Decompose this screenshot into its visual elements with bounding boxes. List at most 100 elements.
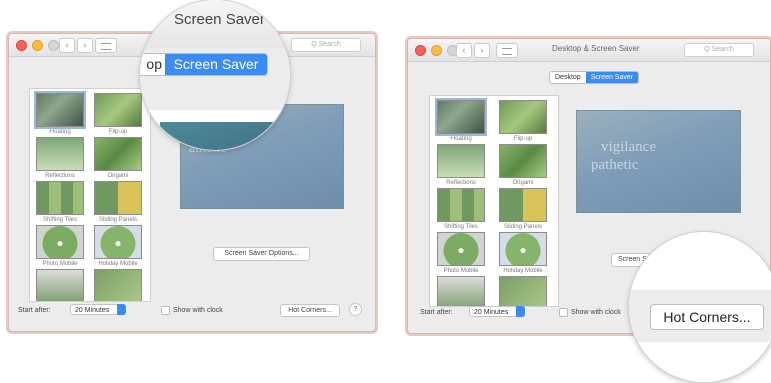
list-item[interactable]: Reflections bbox=[431, 144, 491, 186]
item-label: Reflections bbox=[45, 173, 75, 179]
back-icon[interactable]: ‹ bbox=[59, 38, 75, 53]
list-item[interactable] bbox=[30, 269, 90, 301]
forward-icon[interactable]: › bbox=[474, 43, 490, 58]
list-item[interactable]: Shifting Tiles bbox=[431, 188, 491, 230]
screensaver-preview: vigilance pathetic bbox=[576, 110, 741, 213]
list-item[interactable]: Flip-up bbox=[88, 93, 148, 135]
screensaver-thumbnail bbox=[36, 269, 84, 301]
reflections-thumbnail bbox=[36, 137, 84, 171]
hot-corners-button[interactable]: Hot Corners... bbox=[280, 304, 340, 317]
sliding-panels-thumbnail bbox=[94, 181, 142, 215]
list-item[interactable]: Origami bbox=[493, 144, 553, 186]
window-controls bbox=[415, 45, 458, 56]
start-after-label: Start after: bbox=[18, 307, 51, 314]
zoom-icon[interactable] bbox=[48, 40, 59, 51]
window-controls bbox=[16, 40, 59, 51]
forward-icon[interactable]: › bbox=[77, 38, 93, 53]
list-item[interactable]: Photo Mobile bbox=[431, 232, 491, 274]
screensaver-list[interactable]: Floating Flip-up Reflections Origami Shi… bbox=[29, 88, 151, 302]
list-item[interactable]: Sliding Panels bbox=[493, 188, 553, 230]
photo-mobile-thumbnail bbox=[437, 232, 485, 266]
show-clock-checkbox[interactable] bbox=[559, 308, 568, 317]
minimize-icon[interactable] bbox=[431, 45, 442, 56]
list-item[interactable] bbox=[431, 276, 491, 306]
nav-buttons: ‹ › bbox=[456, 43, 490, 58]
tab-control: Desktop Screen Saver bbox=[549, 71, 640, 84]
item-label: Floating bbox=[49, 129, 71, 135]
left-magnifier: Screen Saver op Screen Saver bbox=[140, 0, 290, 150]
item-label: Origami bbox=[512, 180, 534, 186]
tab-desktop[interactable]: op bbox=[140, 54, 165, 75]
floating-thumbnail bbox=[34, 91, 86, 129]
magnified-tab-control: op Screen Saver bbox=[140, 53, 268, 76]
origami-thumbnail bbox=[94, 137, 142, 171]
list-item[interactable]: Origami bbox=[88, 137, 148, 179]
minimize-icon[interactable] bbox=[32, 40, 43, 51]
item-label: Holiday Mobile bbox=[98, 261, 138, 267]
shifting-tiles-thumbnail bbox=[437, 188, 485, 222]
show-all-grid-icon[interactable] bbox=[496, 43, 518, 58]
list-item[interactable] bbox=[493, 276, 553, 306]
search-input[interactable]: Q Search bbox=[291, 38, 361, 52]
show-all-grid-icon[interactable] bbox=[95, 38, 117, 53]
item-label: Floating bbox=[450, 136, 472, 142]
holiday-mobile-thumbnail bbox=[94, 225, 142, 259]
tab-screen-saver[interactable]: Screen Saver bbox=[585, 72, 639, 83]
show-clock-label: Show with clock bbox=[173, 307, 223, 314]
origami-thumbnail bbox=[499, 144, 547, 178]
list-item[interactable]: Holiday Mobile bbox=[88, 225, 148, 267]
chevron-updown-icon bbox=[117, 304, 126, 315]
reflections-thumbnail bbox=[437, 144, 485, 178]
item-label: Flip-up bbox=[108, 129, 128, 135]
item-label: Photo Mobile bbox=[42, 261, 78, 267]
tab-screen-saver[interactable]: Screen Saver bbox=[165, 54, 267, 75]
nav-buttons: ‹ › bbox=[59, 38, 93, 53]
item-label: Shifting Tiles bbox=[42, 217, 78, 223]
window-title: Desktop & Screen Saver bbox=[552, 44, 640, 53]
preview-text: pathetic bbox=[591, 157, 639, 173]
item-label: Origami bbox=[107, 173, 129, 179]
item-label: Holiday Mobile bbox=[503, 268, 543, 274]
item-label: Sliding Panels bbox=[503, 224, 543, 230]
list-item[interactable]: Sliding Panels bbox=[88, 181, 148, 223]
back-icon[interactable]: ‹ bbox=[456, 43, 472, 58]
start-after-value: 20 Minutes bbox=[474, 309, 509, 316]
tab-desktop[interactable]: Desktop bbox=[550, 72, 586, 83]
magnified-window-title: Screen Saver bbox=[174, 11, 265, 28]
show-clock-label: Show with clock bbox=[571, 309, 621, 316]
list-item[interactable]: Reflections bbox=[30, 137, 90, 179]
search-input[interactable]: Q Search bbox=[684, 43, 754, 57]
chevron-updown-icon bbox=[516, 306, 525, 317]
item-label: Shifting Tiles bbox=[443, 224, 479, 230]
list-item[interactable]: Photo Mobile bbox=[30, 225, 90, 267]
start-after-select[interactable]: 20 Minutes bbox=[469, 306, 525, 317]
list-item[interactable]: Flip-up bbox=[493, 100, 553, 142]
screensaver-list[interactable]: Floating Flip-up Reflections Origami Shi… bbox=[429, 95, 559, 307]
close-icon[interactable] bbox=[415, 45, 426, 56]
screen-saver-options-button[interactable]: Screen Saver Options... bbox=[213, 247, 310, 261]
close-icon[interactable] bbox=[16, 40, 27, 51]
list-item[interactable]: Floating bbox=[30, 91, 90, 135]
hot-corners-button[interactable]: Hot Corners... bbox=[650, 304, 764, 330]
list-item[interactable] bbox=[88, 269, 148, 301]
photo-mobile-thumbnail bbox=[36, 225, 84, 259]
help-icon[interactable]: ? bbox=[349, 303, 362, 316]
list-item[interactable]: Shifting Tiles bbox=[30, 181, 90, 223]
start-after-value: 20 Minutes bbox=[75, 307, 110, 314]
show-clock-checkbox[interactable] bbox=[161, 306, 170, 315]
list-item[interactable]: Holiday Mobile bbox=[493, 232, 553, 274]
start-after-select[interactable]: 20 Minutes bbox=[70, 304, 126, 315]
screensaver-thumbnail bbox=[437, 276, 485, 306]
right-titlebar: ‹ › Desktop & Screen Saver Q Search bbox=[408, 39, 770, 62]
screensaver-thumbnail bbox=[499, 276, 547, 306]
shifting-tiles-thumbnail bbox=[36, 181, 84, 215]
sliding-panels-thumbnail bbox=[499, 188, 547, 222]
right-magnifier: Hot Corners... bbox=[629, 232, 771, 382]
item-label: Flip-up bbox=[513, 136, 533, 142]
item-label: Sliding Panels bbox=[98, 217, 138, 223]
preview-text: vigilance bbox=[601, 139, 656, 155]
magnified-preview-edge bbox=[160, 122, 290, 150]
flip-up-thumbnail bbox=[94, 93, 142, 127]
screensaver-thumbnail bbox=[94, 269, 142, 301]
list-item[interactable]: Floating bbox=[431, 98, 491, 142]
